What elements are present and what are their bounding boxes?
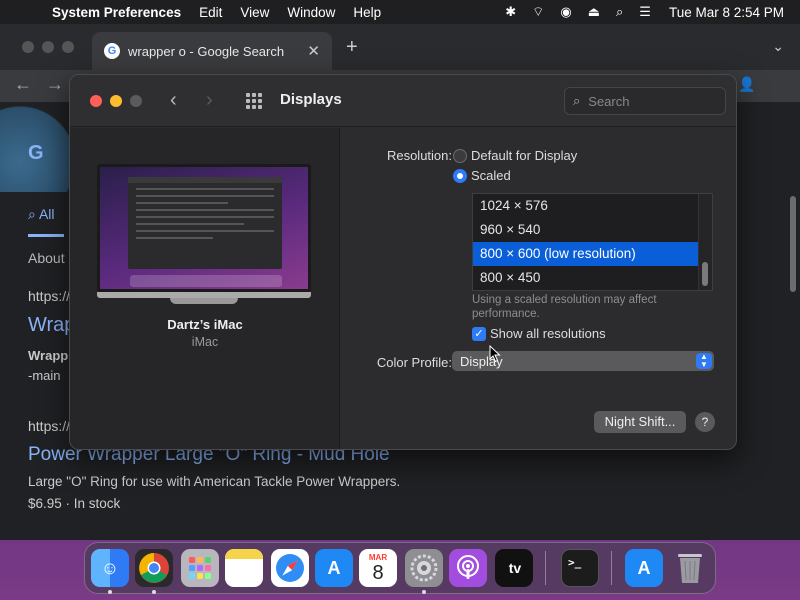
forward-arrow-icon[interactable]: → [46, 74, 64, 95]
radio-scaled[interactable] [453, 169, 467, 183]
radio-scaled-label[interactable]: Scaled [471, 168, 511, 183]
new-tab-icon[interactable]: + [346, 36, 358, 59]
search-input[interactable] [588, 93, 709, 109]
imac-screen-preview [97, 164, 311, 292]
trash-icon[interactable] [671, 549, 709, 587]
result-snippet: Wrapp -main [28, 346, 68, 386]
dock-separator [611, 551, 612, 585]
running-indicator [422, 590, 426, 594]
menu-edit[interactable]: Edit [190, 5, 231, 20]
tab-all[interactable]: ⌕ All [28, 206, 55, 223]
tab-title: wrapper o - Google Search [128, 43, 285, 59]
user-icon[interactable]: ◉ [552, 4, 579, 20]
close-dim-icon[interactable] [22, 41, 34, 53]
chevron-down-icon[interactable]: ⌄ [772, 38, 784, 55]
zoom-dim-icon[interactable] [62, 41, 74, 53]
spotlight-search-icon[interactable]: ⌕ [608, 4, 631, 20]
google-icon: G [104, 43, 120, 59]
app-store-icon[interactable]: A [315, 549, 353, 587]
imac-stand [170, 298, 238, 304]
help-button[interactable]: ? [695, 412, 715, 432]
terminal-prompt: >_ [568, 556, 582, 569]
color-profile-label: Color Profile: [376, 355, 452, 370]
apple-tv-icon[interactable]: tv [495, 549, 533, 587]
terminal-icon[interactable]: >_ [561, 549, 599, 587]
result-url[interactable]: https:// [28, 288, 70, 304]
chevron-updown-icon: ▲ ▼ [696, 353, 712, 369]
notes-icon[interactable] [225, 549, 263, 587]
snippet-line: -main [28, 368, 61, 383]
vertical-scrollbar[interactable] [790, 196, 796, 292]
display-settings-pane: Resolution: Default for Display Scaled 1… [341, 128, 736, 449]
menu-help[interactable]: Help [344, 5, 390, 20]
prefs-search[interactable]: ⌕ [564, 87, 726, 115]
control-center-icon[interactable]: ☰ [631, 4, 659, 20]
back-arrow-icon[interactable]: ← [14, 74, 32, 95]
zoom-window-icon[interactable] [130, 95, 142, 107]
safari-icon[interactable] [271, 549, 309, 587]
calendar-day: 8 [372, 561, 384, 584]
resolution-item[interactable]: 960 × 540 [473, 218, 699, 242]
resolution-list[interactable]: 1024 × 576 960 × 540 800 × 600 (low reso… [472, 193, 713, 291]
system-preferences-icon[interactable] [405, 549, 443, 587]
browser-tab[interactable]: G wrapper o - Google Search ✕ [92, 32, 332, 70]
results-about: About [28, 250, 65, 266]
menu-view[interactable]: View [231, 5, 278, 20]
radio-default-label[interactable]: Default for Display [471, 148, 577, 163]
chrome-icon[interactable] [135, 549, 173, 587]
menu-clock[interactable]: Tue Mar 8 2:54 PM [659, 5, 784, 20]
downloads-stack-icon[interactable]: A [625, 549, 663, 587]
search-icon: ⌕ [573, 93, 581, 108]
minimize-dim-icon[interactable] [42, 41, 54, 53]
show-all-resolutions-checkbox[interactable]: ✓ [472, 327, 486, 341]
resolution-item[interactable]: 800 × 450 [473, 266, 699, 290]
result-snippet: Large "O" Ring for use with American Tac… [28, 474, 401, 489]
bluetooth-off-icon[interactable]: ✱ [497, 4, 524, 20]
result-url[interactable]: https:// [28, 418, 70, 434]
tab-close-icon[interactable]: ✕ [307, 42, 320, 60]
result-price: $6.95 · In stock [28, 496, 121, 511]
window-title: Displays [280, 91, 342, 108]
tab-strip: G wrapper o - Google Search ✕ + ⌄ [0, 24, 800, 70]
running-indicator [108, 590, 112, 594]
device-model: iMac [191, 335, 219, 349]
displays-window: ‹ › Displays ⌕ Dartz’s iMac iMac Re [69, 74, 737, 450]
show-all-resolutions-label[interactable]: Show all resolutions [490, 326, 606, 341]
tab-all-underline [28, 234, 64, 237]
scaled-resolution-note: Using a scaled resolution may affect per… [472, 294, 657, 320]
resolution-label: Resolution: [386, 148, 452, 163]
dock: ☺ A MAR 8 tv >_ A [84, 542, 716, 594]
show-all-grid-icon[interactable] [246, 93, 264, 109]
resolution-item[interactable]: 1024 × 576 [473, 194, 699, 218]
launchpad-icon[interactable] [181, 549, 219, 587]
minimize-window-icon[interactable] [110, 95, 122, 107]
calendar-icon[interactable]: MAR 8 [359, 549, 397, 587]
profile-icon[interactable]: 👤 [738, 76, 756, 94]
eject-icon[interactable]: ⏏ [580, 4, 608, 20]
menu-window[interactable]: Window [278, 5, 344, 20]
night-shift-button[interactable]: Night Shift... [594, 411, 686, 433]
radio-default-for-display[interactable] [453, 149, 467, 163]
prefs-toolbar: ‹ › Displays ⌕ [70, 75, 736, 127]
close-window-icon[interactable] [90, 95, 102, 107]
preview-window [128, 177, 282, 269]
apple-tv-label: tv [508, 560, 522, 576]
dock-separator [545, 551, 546, 585]
preview-dock [130, 275, 282, 287]
display-preview-pane: Dartz’s iMac iMac [70, 128, 340, 449]
resolution-scroll-thumb[interactable] [702, 262, 708, 286]
menu-bar: System Preferences Edit View Window Help… [0, 0, 800, 24]
podcasts-icon[interactable] [449, 549, 487, 587]
calendar-month: MAR [368, 552, 388, 562]
forward-chevron-icon[interactable]: › [206, 89, 213, 112]
back-chevron-icon[interactable]: ‹ [170, 89, 177, 112]
running-indicator [152, 590, 156, 594]
finder-icon[interactable]: ☺ [91, 549, 129, 587]
device-name: Dartz’s iMac [167, 317, 243, 332]
wifi-icon[interactable]: ⌔ [524, 4, 552, 20]
google-logo-icon[interactable]: G [28, 142, 44, 165]
snippet-line: Wrapp [28, 348, 69, 363]
resolution-item-selected[interactable]: 800 × 600 (low resolution) [473, 242, 699, 266]
menu-app-name[interactable]: System Preferences [40, 5, 190, 20]
